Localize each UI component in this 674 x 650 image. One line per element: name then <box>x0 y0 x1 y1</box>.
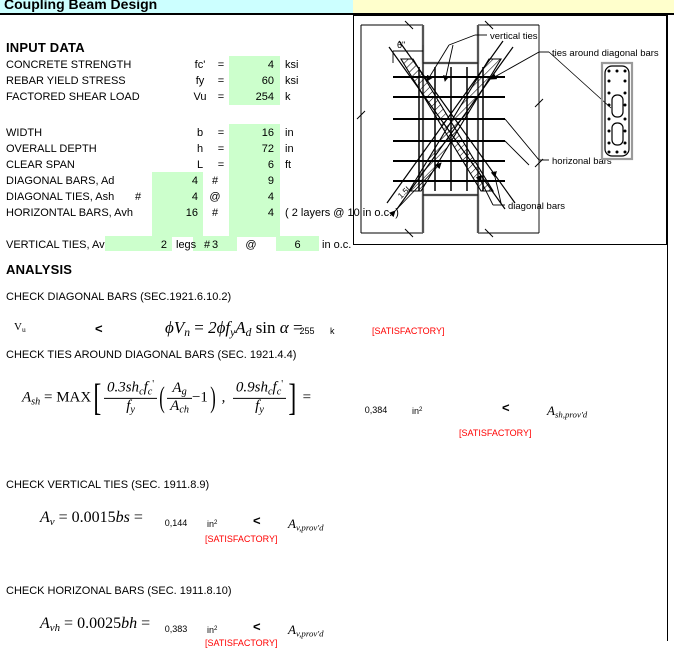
check-3-value: 0,144 <box>164 518 188 528</box>
symbol-vu: Vu <box>193 91 207 103</box>
figure-label-ties-around: ties around diagonal bars <box>552 48 659 59</box>
check-2-unit: in2 <box>412 405 423 416</box>
check-3-relation: < <box>253 513 261 528</box>
check-4-compare: Av,prov'd <box>288 622 324 639</box>
label-clear-span: CLEAR SPAN <box>6 159 75 171</box>
input-diagonal-ties-size[interactable]: 4 <box>152 190 198 204</box>
label-horizontal-bars: HORIZONTAL BARS, Avh <box>6 207 133 219</box>
title-fill-right <box>353 0 674 14</box>
label-overall-depth: OVERALL DEPTH <box>6 143 97 155</box>
input-diagonal-bars-size[interactable]: 9 <box>229 174 274 188</box>
check-1-unit: k <box>330 326 335 336</box>
check-1-title: CHECK DIAGONAL BARS (SEC.1921.6.10.2) <box>6 291 232 303</box>
symbol-fc: fc' <box>194 59 206 71</box>
at-vertical-ties: @ <box>245 239 257 251</box>
label-diagonal-ties: DIAGONAL TIES, Ash <box>6 191 115 203</box>
page-title: Coupling Beam Design <box>4 0 158 12</box>
input-vertical-ties-size[interactable]: 3 <box>193 238 237 252</box>
figure-dim-top: 6" <box>397 40 405 50</box>
input-diagonal-bars-count[interactable]: 4 <box>152 174 198 188</box>
title-bar: Coupling Beam Design <box>0 0 674 15</box>
check-1-formula: ϕVn = 2ϕfyAd sin α = <box>165 318 303 340</box>
label-width: WIDTH <box>6 127 43 139</box>
unit-b: in <box>285 127 294 139</box>
label-concrete-strength: CONCRETE STRENGTH <box>6 59 132 71</box>
equals-3: = <box>217 91 225 103</box>
input-vu-value[interactable]: 254 <box>229 90 274 104</box>
check-1-value: 255 <box>299 326 315 336</box>
input-data-heading: INPUT DATA <box>6 40 85 55</box>
check-3-status: [SATISFACTORY] <box>205 534 278 544</box>
check-4-formula: Avh = 0.0025bh = <box>40 615 151 635</box>
check-4-status: [SATISFACTORY] <box>205 638 278 648</box>
symbol-b: b <box>196 127 204 139</box>
unit-fy: ksi <box>285 75 299 87</box>
symbol-fy: fy <box>195 75 205 87</box>
input-horizontal-bars-count[interactable]: 16 <box>152 206 198 220</box>
right-border-rule <box>667 15 668 641</box>
input-diagonal-ties-spacing[interactable]: 4 <box>229 190 274 204</box>
label-vertical-ties: VERTICAL TIES, Av <box>6 239 105 251</box>
input-vertical-ties-spacing[interactable]: 6 <box>276 238 319 252</box>
check-2-title: CHECK TIES AROUND DIAGONAL BARS (SEC. 19… <box>6 349 297 361</box>
check-3-title: CHECK VERTICAL TIES (SEC. 1911.8.9) <box>6 479 210 491</box>
check-1-relation: < <box>95 321 103 336</box>
input-fy-value[interactable]: 60 <box>229 74 274 88</box>
check-2-formula: Ash = MAX[0.3shcfc' fy(Ag Ach −1) , 0.9shcf… <box>22 376 312 419</box>
input-l-value[interactable]: 6 <box>229 158 274 172</box>
figure-svg: 6" 1.5L vertical ties ties around diagon… <box>353 15 667 245</box>
equals-2: = <box>217 75 225 87</box>
figure-label-diagonal-bars: diagonal bars <box>508 201 565 212</box>
figure-cross-section <box>600 61 634 161</box>
check-3-formula: Av = 0.0015bs = <box>40 509 143 529</box>
equals-5: = <box>217 143 225 155</box>
input-vertical-ties-legs[interactable]: 2 <box>105 238 167 252</box>
coupling-beam-detail-figure: 6" 1.5L vertical ties ties around diagon… <box>353 15 667 245</box>
hash-horizontal-bars: # <box>211 207 219 219</box>
label-factored-shear-load: FACTORED SHEAR LOAD <box>6 91 140 103</box>
spreadsheet-canvas: Coupling Beam Design INPUT DATA CONCRETE… <box>0 0 674 648</box>
label-diagonal-bars: DIAGONAL BARS, Ad <box>6 175 115 187</box>
label-rebar-yield-stress: REBAR YIELD STRESS <box>6 75 126 87</box>
check-2-value: 0,384 <box>364 405 388 415</box>
unit-l: ft <box>285 159 292 171</box>
check-1-status: [SATISFACTORY] <box>372 326 445 336</box>
check-2-status: [SATISFACTORY] <box>459 428 532 438</box>
check-3-unit: in2 <box>207 518 218 529</box>
check-2-compare: Ash,prov'd <box>547 403 588 420</box>
check-4-value: 0,383 <box>164 624 188 634</box>
input-fc-value[interactable]: 4 <box>229 58 274 72</box>
hash-diagonal-ties: # <box>134 191 142 203</box>
check-4-title: CHECK HORIZONAL BARS (SEC. 1911.8.10) <box>6 585 232 597</box>
analysis-heading: ANALYSIS <box>6 262 73 277</box>
input-h-value[interactable]: 72 <box>229 142 274 156</box>
symbol-l: L <box>196 159 204 171</box>
input-b-value[interactable]: 16 <box>229 126 274 140</box>
check-3-compare: Av,prov'd <box>288 516 324 533</box>
input-horizontal-bars-size[interactable]: 4 <box>229 206 274 220</box>
check-4-unit: in2 <box>207 624 218 635</box>
unit-fc: ksi <box>285 59 299 71</box>
check-1-lhs: Vu <box>14 321 26 335</box>
at-diagonal-ties: @ <box>209 191 221 203</box>
check-4-relation: < <box>253 619 261 634</box>
figure-dim-diagonal: 1.5L <box>396 183 414 201</box>
unit-vertical-ties: in o.c. <box>322 239 352 251</box>
equals-6: = <box>217 159 225 171</box>
unit-h: in <box>285 143 294 155</box>
hash-diagonal-bars: # <box>211 175 219 187</box>
figure-label-vertical-ties: vertical ties <box>490 31 538 42</box>
unit-vu: k <box>285 91 291 103</box>
check-2-relation: < <box>502 400 510 415</box>
equals-1: = <box>217 59 225 71</box>
symbol-h: h <box>196 143 204 155</box>
equals-4: = <box>217 127 225 139</box>
